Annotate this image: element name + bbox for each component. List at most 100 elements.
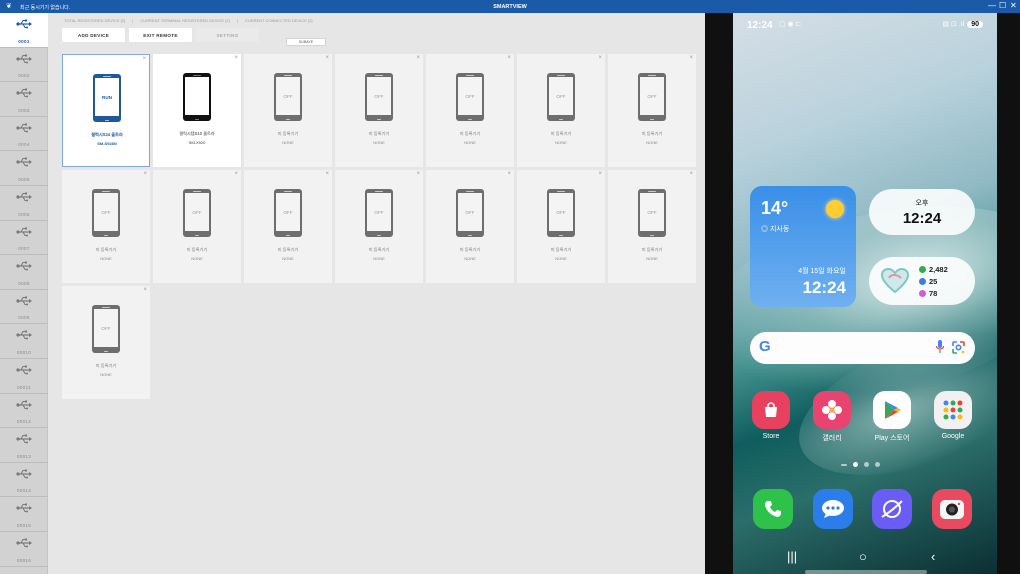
messages-app-icon[interactable] xyxy=(813,489,853,529)
store-app[interactable]: Store xyxy=(747,391,795,440)
gallery-app[interactable]: 갤러리 xyxy=(808,391,856,443)
weather-widget[interactable]: 14° ◎ 지사동 4월 15일 화요일 12:24 xyxy=(750,186,856,307)
device-slot-00013[interactable]: 00013 xyxy=(0,428,48,463)
slot-number: 00012 xyxy=(16,419,32,425)
setting-button[interactable]: SETTING xyxy=(196,28,259,42)
google-lens-icon[interactable] xyxy=(952,341,965,354)
device-slot-00012[interactable]: 00012 xyxy=(0,394,48,429)
health-steps: 2,482 xyxy=(929,265,948,274)
device-slot-0007[interactable]: 0007 xyxy=(0,221,48,256)
health-active: 25 xyxy=(929,277,938,286)
usb-icon xyxy=(16,88,32,98)
play-store-icon xyxy=(873,391,911,429)
phone-icon: OFF xyxy=(638,73,666,121)
close-icon[interactable]: × xyxy=(143,287,147,293)
clock-widget[interactable]: 오후 12:24 xyxy=(869,189,975,235)
device-card[interactable]: × OFF 미 등록기기 NONE xyxy=(335,170,423,283)
device-name: 미 등록기기 xyxy=(641,247,663,252)
device-card[interactable]: × OFF 미 등록기기 NONE xyxy=(244,170,332,283)
close-icon[interactable]: × xyxy=(689,55,693,61)
camera-app-icon[interactable] xyxy=(932,489,972,529)
device-card[interactable]: × OFF 미 등록기기 NONE xyxy=(62,170,150,283)
device-slot-0001[interactable]: 0001 xyxy=(0,13,48,48)
device-slot-0009[interactable]: 0009 xyxy=(0,290,48,325)
device-card[interactable]: × OFF 미 등록기기 NONE xyxy=(517,170,605,283)
device-slot-00010[interactable]: 00010 xyxy=(0,324,48,359)
device-slot-0008[interactable]: 0008 xyxy=(0,255,48,290)
device-name: 미 등록기기 xyxy=(95,363,117,368)
close-icon[interactable]: × xyxy=(416,55,420,61)
play-store-app[interactable]: Play 스토어 xyxy=(868,391,916,443)
close-icon[interactable]: × xyxy=(325,171,329,177)
google-logo-icon: G xyxy=(759,338,771,355)
device-card[interactable]: × OFF 미 등록기기 NONE xyxy=(608,54,696,167)
device-card[interactable]: × OFF 미 등록기기 NONE xyxy=(244,54,332,167)
device-card[interactable]: × OFF 미 등록기기 NONE xyxy=(426,54,514,167)
close-icon[interactable]: × xyxy=(143,171,147,177)
home-button[interactable]: ○ xyxy=(859,549,867,564)
close-icon[interactable]: × xyxy=(234,171,238,177)
usb-icon xyxy=(16,538,32,548)
close-icon[interactable]: × xyxy=(325,55,329,61)
play-store-label: Play 스토어 xyxy=(874,435,910,442)
device-model: NONE xyxy=(282,256,294,261)
close-icon[interactable]: × xyxy=(507,55,511,61)
close-icon[interactable]: × xyxy=(234,55,238,61)
phone-icon: RUN xyxy=(93,74,121,122)
device-slot-0005[interactable]: 0005 xyxy=(0,151,48,186)
usb-icon xyxy=(16,54,32,64)
close-icon[interactable]: × xyxy=(598,171,602,177)
phone-app-icon[interactable] xyxy=(753,489,793,529)
device-model: NONE xyxy=(373,256,385,261)
device-slot-00015[interactable]: 00015 xyxy=(0,497,48,532)
add-device-button[interactable]: ADD DEVICE xyxy=(62,28,125,42)
maximize-button[interactable]: ☐ xyxy=(999,1,1006,11)
minimize-button[interactable]: — xyxy=(988,1,996,11)
device-name: 미 등록기기 xyxy=(277,131,299,136)
close-icon[interactable]: × xyxy=(142,56,146,62)
gallery-label: 갤러리 xyxy=(822,435,842,442)
device-card[interactable]: × OFF 미 등록기기 NONE xyxy=(426,170,514,283)
device-slot-0004[interactable]: 0004 xyxy=(0,117,48,152)
device-card[interactable]: × OFF 미 등록기기 NONE xyxy=(153,170,241,283)
device-name: 갤럭시S24 울트라 xyxy=(91,132,123,137)
internet-app-icon[interactable] xyxy=(872,489,912,529)
device-card[interactable]: × OFF 미 등록기기 NONE xyxy=(608,170,696,283)
device-status: OFF xyxy=(549,193,573,231)
device-slot-0002[interactable]: 0002 xyxy=(0,48,48,83)
health-widget[interactable]: 2,482 25 78 xyxy=(869,257,975,305)
device-card[interactable]: × 갤럭시탭S10 울트라 SM-X920 xyxy=(153,54,241,167)
back-button[interactable]: ‹ xyxy=(931,549,935,564)
close-icon[interactable]: × xyxy=(598,55,602,61)
google-folder-icon xyxy=(934,391,972,429)
usb-icon xyxy=(16,296,32,306)
stat-separator: | xyxy=(236,18,238,23)
microphone-icon[interactable] xyxy=(936,340,944,354)
close-button[interactable]: ✕ xyxy=(1010,1,1017,11)
google-folder-app[interactable]: Google xyxy=(929,391,977,440)
page-indicator-dash xyxy=(841,463,847,466)
google-search-bar[interactable]: G xyxy=(750,332,975,364)
phone-icon: OFF xyxy=(456,73,484,121)
device-card[interactable]: × OFF 미 등록기기 NONE xyxy=(335,54,423,167)
close-icon[interactable]: × xyxy=(507,171,511,177)
phone-icon: OFF xyxy=(92,189,120,237)
exit-remote-button[interactable]: EXIT REMOTE xyxy=(129,28,192,42)
device-card[interactable]: × RUN 갤럭시S24 울트라 SM-S928N xyxy=(62,54,150,167)
phone-screen[interactable]: 12:24 ▢ ◉ ⊏ ▤ ⊡ .ıl 90 14° ◎ 지사동 4월 15일 … xyxy=(733,13,997,574)
phone-icon: OFF xyxy=(456,189,484,237)
device-slot-0003[interactable]: 0003 xyxy=(0,82,48,117)
close-icon[interactable]: × xyxy=(689,171,693,177)
sub-badge[interactable]: SUBAYE xyxy=(286,38,326,46)
recents-button[interactable]: ||| xyxy=(787,549,797,564)
device-slot-0006[interactable]: 0006 xyxy=(0,186,48,221)
device-slot-00014[interactable]: 00014 xyxy=(0,463,48,498)
device-name: 미 등록기기 xyxy=(550,131,572,136)
device-stats: TOTAL REGISTERED DEVICE [2] | CURRENT TE… xyxy=(64,18,318,23)
terminal-registered-stat: CURRENT TERMINAL REGISTERED DEVICE [2] xyxy=(140,18,230,23)
device-slot-00016[interactable]: 00016 xyxy=(0,532,48,567)
close-icon[interactable]: × xyxy=(416,171,420,177)
device-card[interactable]: × OFF 미 등록기기 NONE xyxy=(517,54,605,167)
device-slot-00011[interactable]: 00011 xyxy=(0,359,48,394)
device-card[interactable]: × OFF 미 등록기기 NONE xyxy=(62,286,150,399)
